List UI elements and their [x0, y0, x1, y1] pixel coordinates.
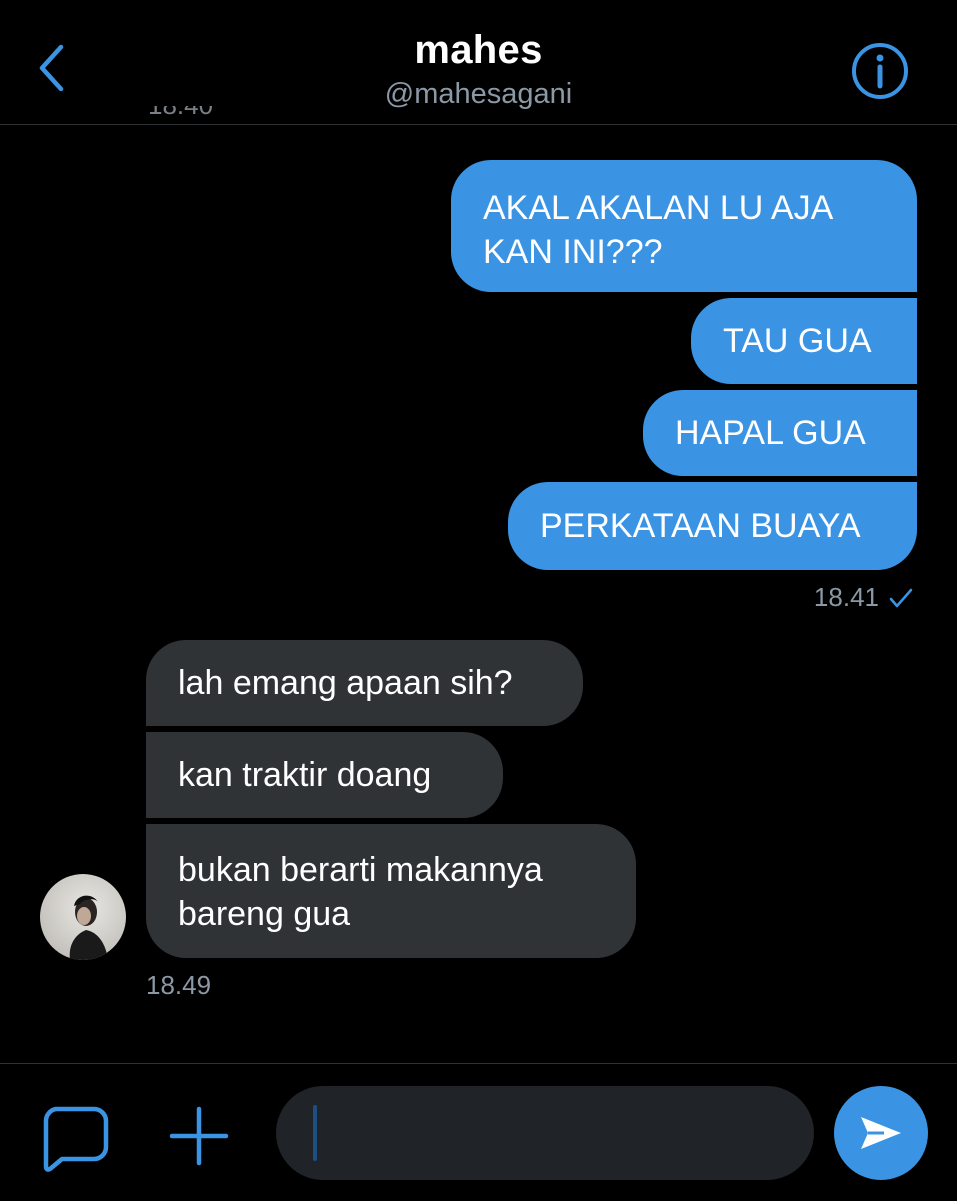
- message-bubble-incoming[interactable]: bukan berarti makannya bareng gua: [146, 824, 636, 958]
- message-timestamp: 18.41: [814, 582, 913, 613]
- clipped-timestamp: 18.40: [148, 106, 228, 126]
- checkmark-icon: [889, 588, 913, 607]
- message-text: TAU GUA: [723, 322, 872, 360]
- message-text-line: bareng gua: [178, 895, 351, 933]
- message-bubble-outgoing[interactable]: HAPAL GUA: [643, 390, 917, 476]
- send-arrow-icon: [861, 1117, 901, 1149]
- message-bubble-icon: [43, 1106, 109, 1172]
- message-timestamp: 18.49: [146, 970, 212, 1000]
- message-text-line: KAN INI???: [483, 233, 663, 271]
- info-button[interactable]: [850, 41, 910, 101]
- message-bubble-incoming[interactable]: kan traktir doang: [146, 732, 503, 818]
- conversation-title[interactable]: mahes: [0, 28, 957, 73]
- message-input[interactable]: [276, 1086, 814, 1180]
- message-bubble-incoming[interactable]: lah emang apaan sih?: [146, 640, 583, 726]
- avatar[interactable]: [40, 874, 126, 960]
- info-icon: [852, 43, 908, 99]
- avatar-photo: [69, 895, 108, 960]
- conversation-handle[interactable]: @mahesagani: [0, 78, 957, 111]
- message-text: kan traktir doang: [178, 756, 432, 794]
- message-text-line: bukan berarti makannya: [178, 851, 543, 889]
- message-bubble-outgoing[interactable]: TAU GUA: [691, 298, 917, 384]
- add-media-button[interactable]: [168, 1105, 230, 1167]
- message-text: HAPAL GUA: [675, 414, 866, 452]
- message-text: lah emang apaan sih?: [178, 664, 513, 702]
- message-bubble-outgoing[interactable]: PERKATAAN BUAYA: [508, 482, 917, 570]
- new-message-button[interactable]: [40, 1103, 112, 1175]
- conversation-header: mahes @mahesagani: [0, 0, 957, 125]
- plus-icon: [169, 1106, 229, 1166]
- message-composer: [0, 1063, 957, 1201]
- text-cursor: [313, 1105, 317, 1161]
- timestamp-text: 18.41: [813, 582, 879, 612]
- message-text-line: AKAL AKALAN LU AJA: [483, 189, 834, 227]
- message-bubble-outgoing[interactable]: AKAL AKALAN LU AJA KAN INI???: [451, 160, 917, 292]
- message-text: PERKATAAN BUAYA: [540, 507, 861, 545]
- send-button[interactable]: [834, 1086, 928, 1180]
